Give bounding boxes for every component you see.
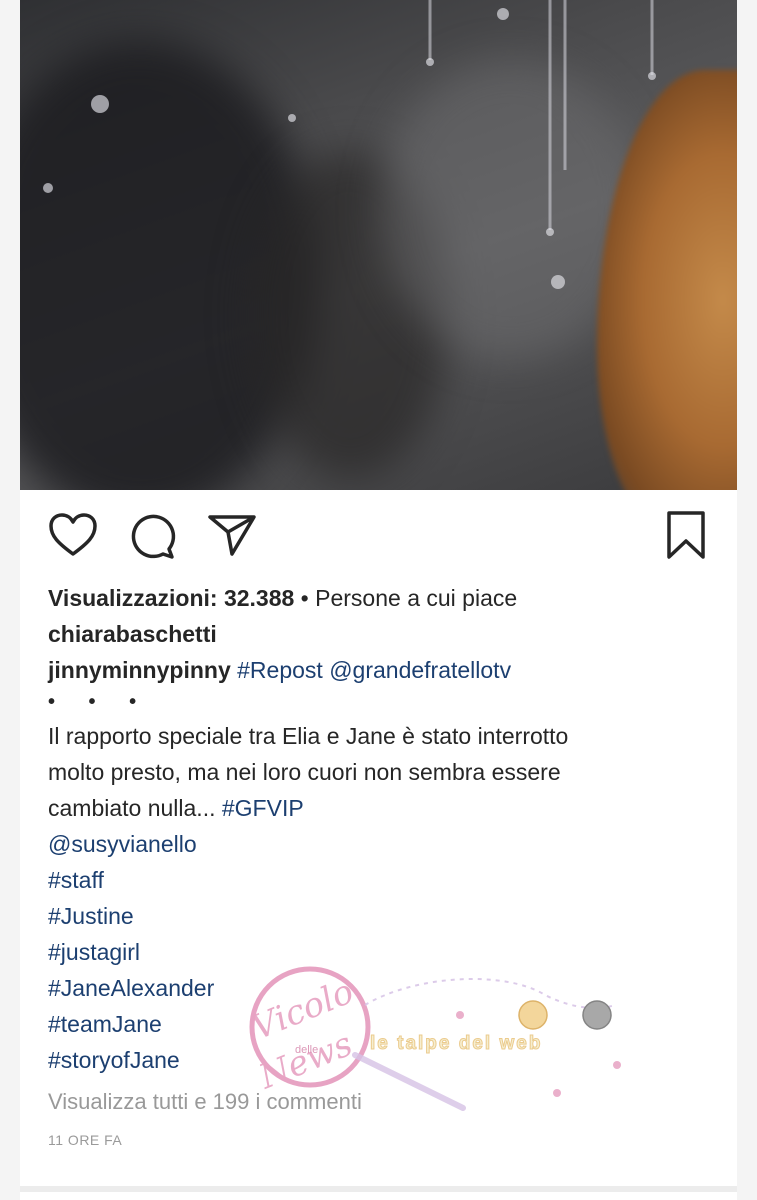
views-line: Visualizzazioni: 32.388 • Persone a cui … [48,585,518,611]
repost-mention[interactable]: @grandefratellotv [329,657,511,683]
hashtag-justagirl[interactable]: #justagirl [48,934,708,970]
caption-hashtag[interactable]: #GFVIP [222,795,304,821]
hashtag-staff[interactable]: #staff [48,862,708,898]
right-frame [737,0,757,1200]
repost-hashtag[interactable]: #Repost [237,657,323,683]
caption: Il rapporto speciale tra Elia e Jane è s… [48,718,708,826]
caption-line: Il rapporto speciale tra Elia e Jane è s… [48,723,569,749]
repost-line: jinnyminnypinny #Repost @grandefratellot… [48,652,708,688]
send-icon[interactable] [206,512,258,558]
left-frame [0,0,20,1200]
hashtag-teamjane[interactable]: #teamJane [48,1006,708,1042]
more-dots[interactable]: • • • [48,690,708,714]
views-count: Visualizzazioni: 32.388 [48,585,295,611]
post-video[interactable] [20,0,737,490]
post-timestamp: 11 ORE FA [48,1132,123,1148]
post-username[interactable]: jinnyminnypinny [48,657,231,683]
bottom-divider [20,1186,737,1192]
action-bar [20,490,737,580]
view-all-comments-link[interactable]: Visualizza tutti e 199 i commenti [48,1084,708,1120]
mention-susyvianello[interactable]: @susyvianello [48,826,708,862]
post-details: Visualizzazioni: 32.388 • Persone a cui … [48,580,708,1158]
liked-by-user[interactable]: chiarabaschetti [48,616,708,652]
hashtag-storyofjane[interactable]: #storyofJane [48,1042,708,1078]
likes-label: Persone a cui piace [315,585,518,611]
hashtag-janealexander[interactable]: #JaneAlexander [48,970,708,1006]
comment-icon[interactable] [126,512,176,560]
hashtag-justine[interactable]: #Justine [48,898,708,934]
caption-text: cambiato nulla... [48,795,216,821]
caption-line-last: cambiato nulla... #GFVIP [48,790,708,826]
heart-icon[interactable] [48,512,98,558]
photo-lights [43,0,656,289]
bookmark-icon[interactable] [664,510,708,560]
caption-line: molto presto, ma nei loro cuori non semb… [48,759,561,785]
